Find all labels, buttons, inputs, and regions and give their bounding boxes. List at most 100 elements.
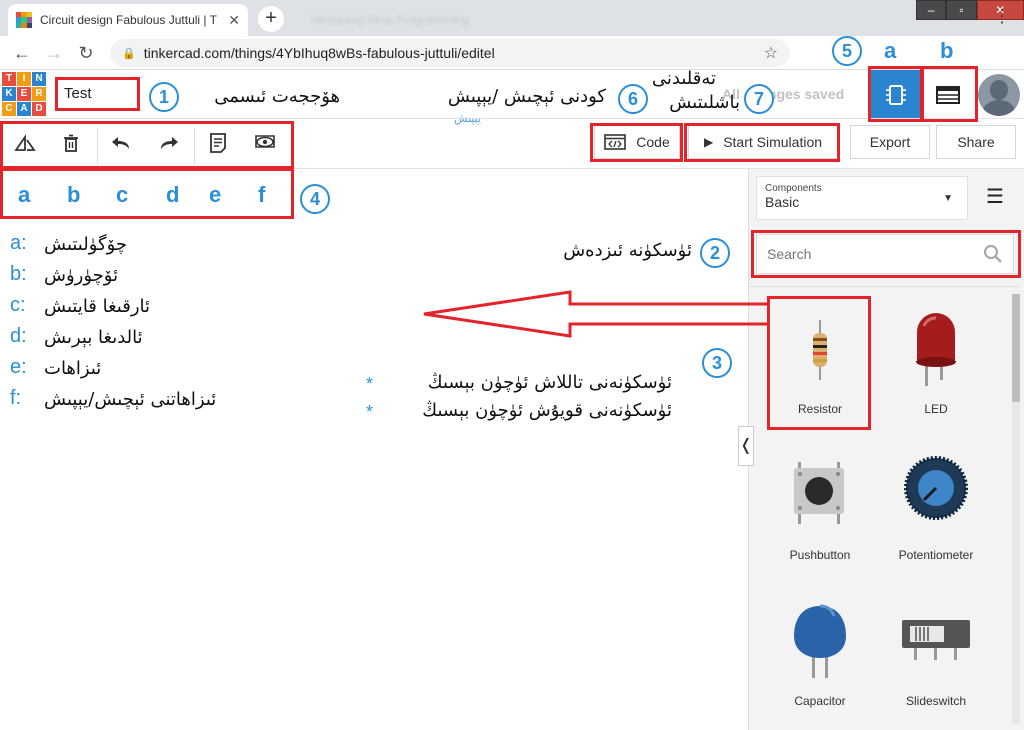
marker-2: 2 bbox=[700, 238, 730, 268]
highlight-list-view bbox=[920, 66, 978, 122]
legend-text: ئۆچۈرۈش bbox=[44, 265, 119, 286]
legend-row: a: چۆگۈلىتىش bbox=[10, 232, 250, 263]
view-letter-a: a bbox=[884, 38, 897, 63]
drag-note-row: * ئۈسكۈنەنى قويۇش ئۈچۈن بېسىڭ bbox=[366, 398, 686, 426]
legend-text: ئارقىغا قايتىش bbox=[44, 296, 151, 317]
lock-icon: 🔒 bbox=[122, 47, 136, 60]
export-button[interactable]: Export bbox=[850, 125, 930, 159]
highlight-start-simulation bbox=[684, 123, 840, 162]
label-project-name: ھۆججەت ئىسمى bbox=[214, 86, 340, 107]
tool-letter-e: e bbox=[209, 182, 222, 207]
label-code-toggle-faded: يېپىش bbox=[454, 112, 482, 125]
highlight-design-name bbox=[55, 77, 140, 111]
dropdown-caret-icon: ▼ bbox=[943, 193, 953, 204]
drag-notes: * ئۈسكۈنەنى تاللاش ئۈچۈن بېسىڭ * ئۈسكۈنە… bbox=[366, 370, 686, 426]
legend-key: e: bbox=[10, 356, 27, 378]
toolbar-legend: a: چۆگۈلىتىش b: ئۆچۈرۈش c: ئارقىغا قايتى… bbox=[10, 232, 250, 418]
background-tab-title: Vereaning Mruli Programming bbox=[310, 13, 469, 27]
address-bar[interactable]: 🔒 tinkercad.com/things/4YbIhuq8wBs-fabul… bbox=[110, 39, 790, 67]
legend-key: b: bbox=[10, 263, 27, 285]
marker-7: 7 bbox=[744, 84, 774, 114]
legend-key: d: bbox=[10, 325, 27, 347]
new-tab-button[interactable]: + bbox=[258, 6, 284, 32]
save-status: All changes saved bbox=[722, 86, 845, 102]
legend-row: e: ئىزاھات bbox=[10, 356, 250, 387]
browser-tab[interactable]: Circuit design Fabulous Juttuli | T ✕ bbox=[8, 4, 248, 36]
highlight-circuit-view bbox=[868, 66, 924, 122]
label-code-toggle: كودنى ئېچىش /يېپىش bbox=[447, 86, 606, 107]
tool-letter-f: f bbox=[258, 182, 266, 207]
forward-arrow-icon[interactable]: → bbox=[42, 42, 66, 64]
highlight-code-button bbox=[590, 123, 683, 162]
components-dropdown[interactable]: Components Basic ▼ bbox=[756, 176, 968, 220]
legend-row: d: ئالدىغا بېرىش bbox=[10, 325, 250, 356]
tool-letter-b: b bbox=[67, 182, 81, 207]
capacitor-icon bbox=[794, 604, 846, 678]
drag-note-text: ئۈسكۈنەنى قويۇش ئۈچۈن بېسىڭ bbox=[422, 400, 672, 421]
marker-3: 3 bbox=[702, 348, 732, 378]
list-view-icon[interactable]: ☰ bbox=[986, 184, 1004, 209]
marker-6: 6 bbox=[618, 84, 648, 114]
drag-arrow bbox=[423, 290, 768, 338]
reload-icon[interactable]: ↻ bbox=[74, 42, 98, 64]
components-dropdown-value: Basic bbox=[765, 194, 800, 210]
component-label: LED bbox=[924, 402, 948, 416]
highlight-resistor bbox=[767, 296, 871, 430]
component-potentiometer[interactable]: Potentiometer bbox=[884, 446, 988, 566]
pushbutton-icon bbox=[794, 462, 844, 524]
close-tab-icon[interactable]: ✕ bbox=[228, 12, 240, 29]
highlight-search bbox=[751, 230, 1021, 278]
legend-row: f: ئىزاھاتنى ئېچىش/يېپىش bbox=[10, 387, 250, 418]
drag-note-text: ئۈسكۈنەنى تاللاش ئۈچۈن بېسىڭ bbox=[427, 372, 672, 393]
tool-letter-a: a bbox=[18, 182, 31, 207]
panel-divider bbox=[750, 286, 1020, 287]
slideswitch-icon bbox=[902, 620, 970, 660]
highlight-toolbar bbox=[0, 121, 294, 169]
marker-4: 4 bbox=[300, 184, 330, 214]
component-label: Capacitor bbox=[794, 694, 846, 708]
component-led[interactable]: LED bbox=[884, 300, 988, 420]
back-arrow-icon[interactable]: ← bbox=[10, 42, 34, 64]
component-label: Slideswitch bbox=[905, 694, 967, 708]
marker-1: 1 bbox=[149, 82, 179, 112]
bullet-star: * bbox=[366, 402, 374, 422]
tool-letter-d: d bbox=[166, 182, 180, 207]
user-avatar[interactable] bbox=[978, 74, 1020, 116]
url-text: tinkercad.com/things/4YbIhuq8wBs-fabulou… bbox=[143, 45, 495, 61]
highlight-tool-letters bbox=[0, 168, 294, 219]
marker-5: 5 bbox=[832, 36, 862, 66]
collapse-panel-button[interactable]: ❬ bbox=[738, 426, 754, 466]
panel-scrollbar-thumb[interactable] bbox=[1012, 294, 1020, 402]
component-pushbutton[interactable]: Pushbutton bbox=[768, 446, 872, 566]
legend-text: ئىزاھاتنى ئېچىش/يېپىش bbox=[44, 389, 217, 410]
legend-text: ئالدىغا بېرىش bbox=[44, 327, 143, 348]
tool-letter-c: c bbox=[116, 182, 129, 207]
minimize-button[interactable]: – bbox=[916, 0, 947, 20]
legend-text: چۆگۈلىتىش bbox=[44, 234, 128, 255]
component-label: Pushbutton bbox=[789, 548, 851, 562]
label-sim-line1: تەقلىدنى bbox=[651, 68, 716, 89]
share-button[interactable]: Share bbox=[936, 125, 1016, 159]
tinkercad-favicon bbox=[16, 12, 32, 28]
drag-note-row: * ئۈسكۈنەنى تاللاش ئۈچۈن بېسىڭ bbox=[366, 370, 686, 398]
tinkercad-logo[interactable]: TIN KER CAD bbox=[2, 72, 46, 116]
browser-menu-icon[interactable]: ⋮ bbox=[993, 6, 1011, 27]
legend-text: ئىزاھات bbox=[44, 358, 102, 379]
led-icon bbox=[916, 313, 956, 386]
bullet-star: * bbox=[366, 374, 374, 394]
view-letter-b: b bbox=[940, 38, 954, 63]
legend-key: a: bbox=[10, 232, 27, 254]
label-search-components: ئۈسكۈنە ئىزدەش bbox=[563, 240, 692, 261]
bookmark-star-icon[interactable]: ☆ bbox=[764, 43, 778, 63]
component-slideswitch[interactable]: Slideswitch bbox=[884, 592, 988, 712]
component-capacitor[interactable]: Capacitor bbox=[768, 592, 872, 712]
components-dropdown-label: Components bbox=[765, 183, 822, 194]
legend-key: c: bbox=[10, 294, 26, 316]
label-sim-line2: باشلىتىش bbox=[669, 92, 740, 113]
legend-row: b: ئۆچۈرۈش bbox=[10, 263, 250, 294]
address-toolbar: ← → ↻ 🔒 tinkercad.com/things/4YbIhuq8wBs… bbox=[0, 36, 1024, 70]
component-label: Potentiometer bbox=[898, 548, 974, 562]
legend-row: c: ئارقىغا قايتىش bbox=[10, 294, 250, 325]
legend-key: f: bbox=[10, 387, 22, 409]
maximize-button[interactable]: ▫ bbox=[946, 0, 977, 20]
